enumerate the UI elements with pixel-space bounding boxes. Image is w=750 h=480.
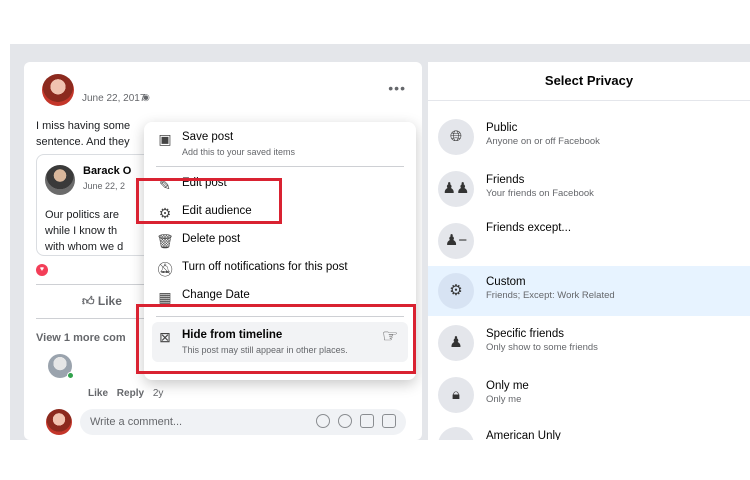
privacy-option-specific-friends[interactable]: ♟ Specific friends Only show to some fri… [428, 318, 750, 368]
lock-icon: 🔒︎ [438, 377, 474, 413]
shared-author-avatar[interactable] [45, 165, 75, 195]
person-icon: ♟ [438, 325, 474, 361]
privacy-panel-title: Select Privacy [544, 73, 634, 88]
sticker-icon[interactable] [382, 414, 396, 428]
comment-like-link[interactable]: Like [88, 388, 108, 399]
comment-reply-link[interactable]: Reply [117, 388, 144, 399]
privacy-option-subtext: Anyone on or off Facebook [486, 136, 600, 147]
menu-item-delete-post[interactable]: 🗑︎ Delete post [144, 228, 416, 256]
like-button-label: Like [97, 294, 122, 308]
shared-author-name[interactable]: Barack O [83, 165, 131, 177]
menu-item-label: Change Date [182, 289, 250, 301]
privacy-option-friends-except[interactable]: ♟− Friends except... [428, 216, 750, 266]
location-icon: ● [438, 427, 474, 440]
menu-item-label: Save post [182, 131, 234, 143]
gif-icon[interactable] [360, 414, 374, 428]
screenshot-stage: June 22, 2017 ◉ ••• I miss having some s… [0, 0, 750, 480]
menu-item-label: Turn off notifications for this post [182, 261, 348, 273]
comment-actions: Like Reply 2y [88, 388, 169, 399]
panel-header-divider [428, 100, 750, 101]
love-reaction-icon[interactable]: ♥ [36, 264, 48, 276]
comment-input[interactable]: Write a comment... [80, 409, 406, 435]
like-button[interactable]: 👍︎ Like [82, 294, 122, 309]
bell-off-icon: 🔕︎ [156, 261, 174, 277]
current-user-avatar [46, 409, 72, 435]
privacy-option-label: American Unly [486, 430, 561, 440]
globe-icon: 🌐︎ [438, 119, 474, 155]
highlight-box-hide-from-timeline [136, 304, 416, 374]
privacy-option-label: Only me [486, 380, 529, 392]
trash-icon: 🗑︎ [156, 233, 174, 249]
gear-icon: ⚙ [438, 273, 474, 309]
privacy-option-only-me[interactable]: 🔒︎ Only me Only me [428, 370, 750, 420]
post-text: I miss having some sentence. And they [36, 118, 146, 150]
menu-item-subtext: Add this to your saved items [182, 147, 296, 157]
facebook-screen: June 22, 2017 ◉ ••• I miss having some s… [10, 44, 750, 440]
highlight-box-edit-audience [136, 178, 282, 224]
friends-except-icon: ♟− [438, 223, 474, 259]
comment-placeholder: Write a comment... [90, 416, 183, 428]
privacy-option-label: Custom [486, 276, 526, 288]
menu-item-turn-off-notifications[interactable]: 🔕︎ Turn off notifications for this post [144, 256, 416, 284]
privacy-option-subtext: Friends; Except: Work Related [486, 290, 615, 301]
privacy-option-custom[interactable]: ⚙ Custom Friends; Except: Work Related [428, 266, 750, 316]
shared-text-line: with whom we d [45, 241, 124, 253]
privacy-option-label: Public [486, 122, 518, 134]
online-status-dot [67, 372, 74, 379]
shared-text-line: Our politics are [45, 209, 119, 221]
privacy-option-american-unly[interactable]: ● American Unly [428, 420, 750, 440]
post-date[interactable]: June 22, 2017 [82, 93, 145, 104]
bookmark-icon: ▣ [158, 131, 172, 147]
shared-post-text: Our politics are while I know th with wh… [45, 207, 133, 255]
privacy-option-subtext: Your friends on Facebook [486, 188, 594, 199]
menu-item-label: Delete post [182, 233, 241, 245]
more-options-icon[interactable]: ••• [388, 80, 406, 96]
privacy-option-label: Specific friends [486, 328, 564, 340]
shared-text-line: while I know th [45, 225, 118, 237]
comment-age: 2y [152, 388, 164, 399]
emoji-icon[interactable] [316, 414, 330, 428]
shared-post-date[interactable]: June 22, 2 [83, 181, 125, 191]
privacy-option-public[interactable]: 🌐︎ Public Anyone on or off Facebook [428, 112, 750, 162]
audience-globe-icon[interactable]: ◉ [142, 92, 150, 103]
privacy-option-friends[interactable]: ♟♟ Friends Your friends on Facebook [428, 164, 750, 214]
post-card: June 22, 2017 ◉ ••• I miss having some s… [24, 62, 422, 440]
post-owner-avatar[interactable] [42, 74, 74, 106]
comment-tools [316, 414, 396, 428]
menu-item-save-post[interactable]: ▣ Save post Add this to your saved items [144, 126, 416, 160]
post-text-line: sentence. And they [36, 136, 130, 148]
privacy-option-subtext: Only me [486, 394, 522, 405]
select-privacy-panel: Select Privacy 🌐︎ Public Anyone on or of… [428, 62, 750, 440]
camera-icon[interactable] [338, 414, 352, 428]
privacy-option-subtext: Only show to some friends [486, 342, 598, 353]
privacy-option-label: Friends [486, 174, 525, 186]
menu-divider [156, 166, 404, 167]
post-text-line: I miss having some [36, 120, 131, 132]
friends-icon: ♟♟ [438, 171, 474, 207]
view-more-comments-link[interactable]: View 1 more com [36, 332, 126, 344]
privacy-option-label: Friends except... [486, 222, 572, 234]
thumbs-up-icon: 👍︎ [82, 294, 95, 308]
